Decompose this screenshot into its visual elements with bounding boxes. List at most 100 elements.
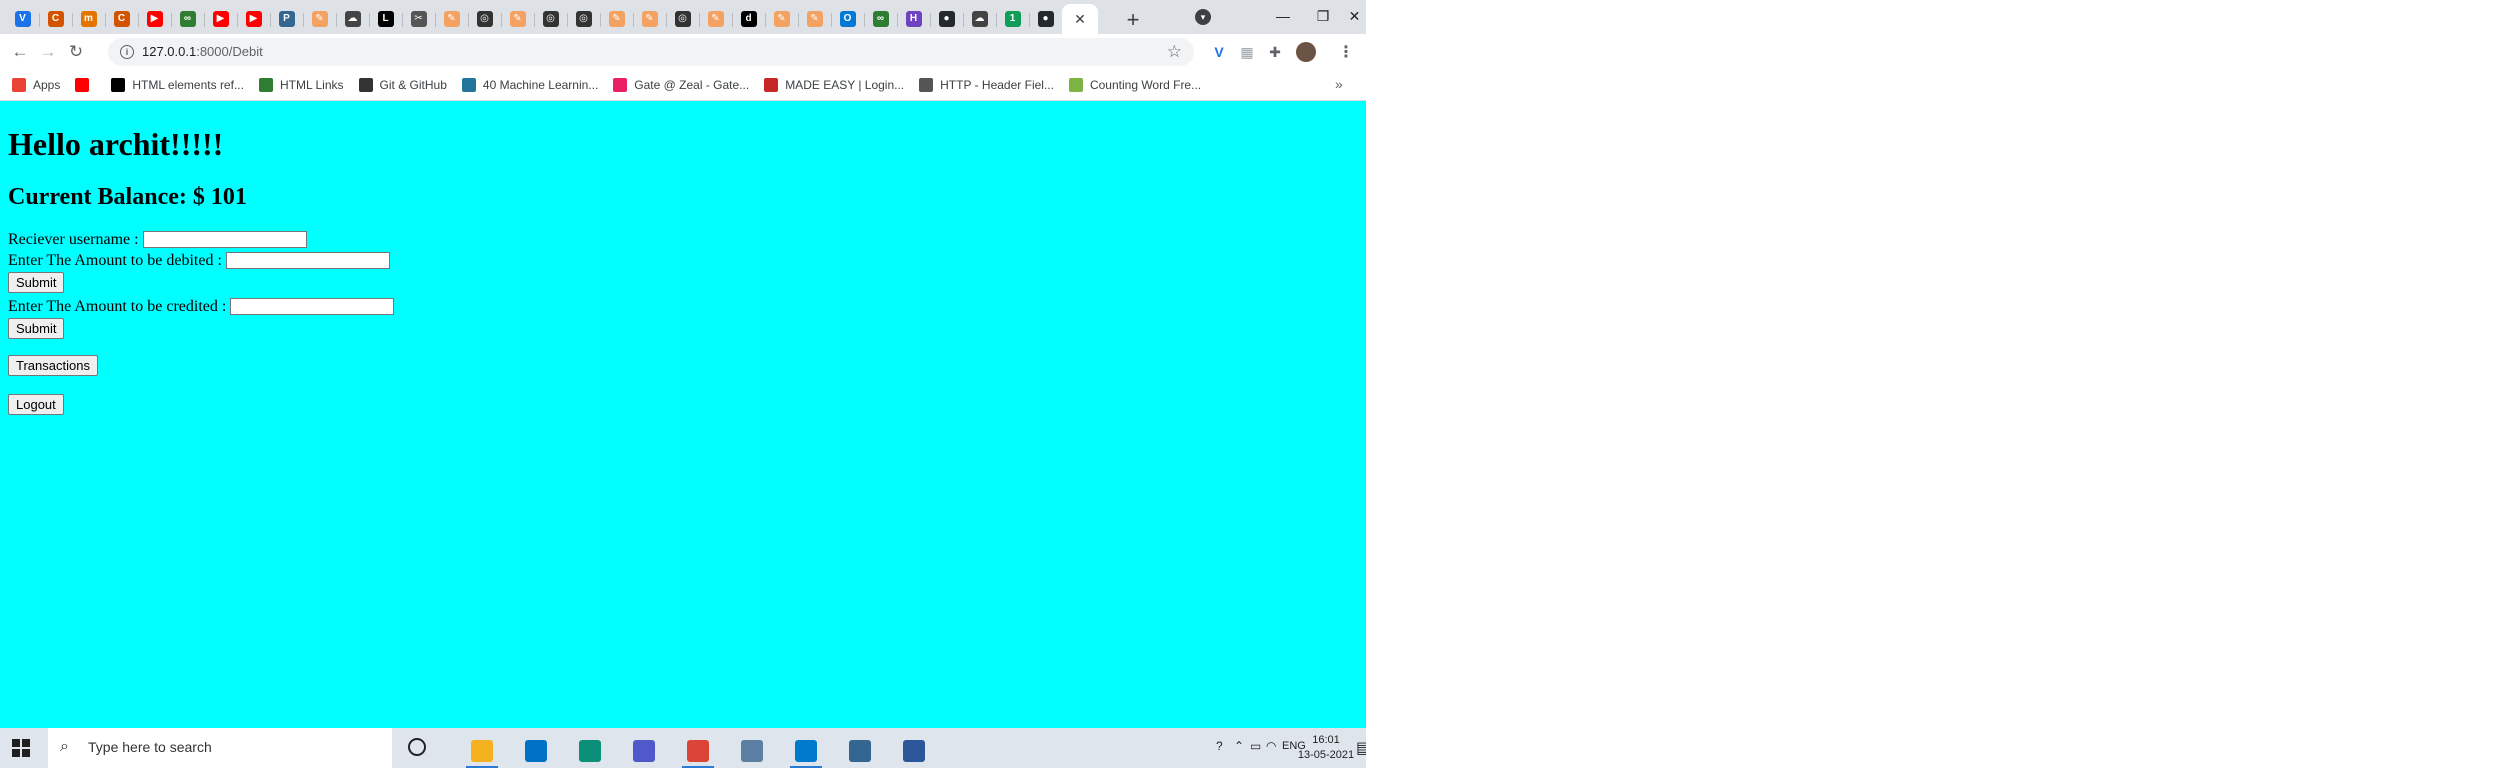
help-icon[interactable]: ? <box>1216 739 1223 753</box>
bookmark-item[interactable]: Git & GitHub <box>358 78 447 92</box>
pen-icon: ✎ <box>707 11 724 27</box>
reload-icon[interactable]: ↻ <box>64 40 88 64</box>
bookmark-item[interactable]: HTML elements ref... <box>111 78 244 92</box>
browser-tab[interactable]: ✂ <box>402 4 435 34</box>
taskbar-search-box[interactable]: ⌕ Type here to search <box>48 728 392 768</box>
url-text[interactable]: 127.0.0.1:8000/Debit <box>142 44 263 59</box>
bookmark-item[interactable]: MADE EASY | Login... <box>764 78 904 92</box>
credit-submit-button[interactable]: Submit <box>8 317 65 339</box>
forward-icon[interactable]: → <box>36 40 60 64</box>
taskbar-app[interactable] <box>678 734 718 768</box>
bookmark-item[interactable]: Gate @ Zeal - Gate... <box>613 78 749 92</box>
credit-amount-input[interactable] <box>230 298 395 315</box>
bookmark-page-icon <box>111 78 126 92</box>
bookmark-item[interactable]: Apps <box>12 78 60 92</box>
notification-icon[interactable]: ▤ <box>1356 738 1366 758</box>
pen-icon: ✎ <box>443 11 460 27</box>
globe-icon <box>358 78 373 92</box>
browser-tab[interactable]: ● <box>930 4 963 34</box>
receiver-username-input[interactable] <box>142 231 307 248</box>
back-icon[interactable]: ← <box>8 40 32 64</box>
browser-tab[interactable]: L <box>369 4 402 34</box>
browser-tab[interactable]: ✎ <box>633 4 666 34</box>
browser-tab[interactable]: m <box>72 4 105 34</box>
browser-tab[interactable]: P <box>270 4 303 34</box>
tab-search-icon[interactable]: ▾ <box>1195 9 1211 25</box>
browser-tab[interactable]: ◎ <box>666 4 699 34</box>
browser-tab[interactable]: C <box>105 4 138 34</box>
browser-tab[interactable]: ∞ <box>864 4 897 34</box>
browser-tab[interactable]: ☁ <box>963 4 996 34</box>
bookmark-item[interactable]: Counting Word Fre... <box>1068 78 1201 92</box>
bookmark-star-icon[interactable]: ☆ <box>1167 42 1182 62</box>
taskbar-app[interactable] <box>786 734 826 768</box>
taskbar-app[interactable] <box>894 734 934 768</box>
restore-icon[interactable]: ❐ <box>1303 4 1343 28</box>
browser-tab[interactable]: 1 <box>996 4 1029 34</box>
browser-tab[interactable]: ◎ <box>567 4 600 34</box>
taskbar-app[interactable] <box>516 734 556 768</box>
browser-tab[interactable]: ▶ <box>237 4 270 34</box>
active-tab[interactable]: ✕ <box>1062 4 1098 34</box>
bookmark-label: MADE EASY | Login... <box>785 78 905 92</box>
browser-tab[interactable]: ✎ <box>435 4 468 34</box>
bookmark-item[interactable]: HTTP - Header Fiel... <box>919 78 1054 92</box>
close-window-icon[interactable]: ✕ <box>1343 4 1366 28</box>
browser-tab[interactable]: ✎ <box>303 4 336 34</box>
browser-tab[interactable]: ● <box>1029 4 1062 34</box>
translate-extension-icon[interactable]: ▦ <box>1238 43 1256 61</box>
wifi-icon[interactable]: ◠ <box>1266 739 1276 753</box>
browser-tab[interactable]: ✎ <box>501 4 534 34</box>
cortana-icon[interactable] <box>408 738 426 756</box>
windows-taskbar: ⌕ Type here to search ? ⌃ ▭ ◠ ENG 16:01 … <box>0 728 1366 768</box>
browser-tab[interactable]: ✎ <box>600 4 633 34</box>
browser-tab[interactable]: ▶ <box>204 4 237 34</box>
profile-avatar[interactable] <box>1296 42 1316 62</box>
extensions-puzzle-icon[interactable]: ✚ <box>1266 43 1284 61</box>
browser-tab[interactable]: ▶ <box>138 4 171 34</box>
meet-now-icon[interactable]: ▭ <box>1250 739 1261 753</box>
bookmark-item[interactable]: 40 Machine Learnin... <box>461 78 598 92</box>
browser-tab[interactable]: H <box>897 4 930 34</box>
madeeasy-icon <box>764 78 779 92</box>
minimize-icon[interactable]: — <box>1263 4 1303 28</box>
debit-amount-input[interactable] <box>225 252 390 269</box>
globe-icon: ◎ <box>575 11 592 27</box>
address-bar[interactable]: i 127.0.0.1:8000/Debit ☆ <box>108 38 1194 66</box>
site-info-icon[interactable]: i <box>120 45 134 59</box>
browser-tab[interactable]: O <box>831 4 864 34</box>
debit-row: Enter The Amount to be debited : <box>8 250 394 271</box>
taskbar-app[interactable] <box>624 734 664 768</box>
windows-start-icon[interactable] <box>12 739 30 757</box>
taskbar-app[interactable] <box>570 734 610 768</box>
mail-icon <box>525 740 547 762</box>
taskbar-app[interactable] <box>840 734 880 768</box>
browser-tab[interactable]: d <box>732 4 765 34</box>
transactions-button[interactable]: Transactions <box>8 355 98 376</box>
bookmark-item[interactable]: HTML Links <box>258 78 344 92</box>
browser-tab[interactable]: ◎ <box>534 4 567 34</box>
taskbar-app[interactable] <box>462 734 502 768</box>
kebab-menu-icon[interactable]: ⋮ <box>1338 42 1354 62</box>
browser-tab[interactable]: ∞ <box>171 4 204 34</box>
clock[interactable]: 16:01 13-05-2021 <box>1296 733 1356 763</box>
bookmark-item[interactable] <box>75 78 96 92</box>
browser-tab[interactable]: ✎ <box>798 4 831 34</box>
bookmarks-overflow-icon[interactable]: » <box>1335 76 1343 92</box>
browser-tab[interactable]: ✎ <box>765 4 798 34</box>
debit-submit-button[interactable]: Submit <box>8 271 65 293</box>
new-tab-button[interactable]: + <box>1119 6 1147 34</box>
diamond-icon <box>919 78 934 92</box>
browser-tab[interactable]: ✎ <box>699 4 732 34</box>
close-tab-icon[interactable]: ✕ <box>1074 11 1086 28</box>
v-extension-icon[interactable]: V <box>1210 43 1228 61</box>
credit-label: Enter The Amount to be credited : <box>8 297 227 315</box>
taskbar-app[interactable] <box>732 734 772 768</box>
browser-tab[interactable]: ☁ <box>336 4 369 34</box>
logout-button[interactable]: Logout <box>8 394 64 415</box>
gate-icon <box>613 78 628 92</box>
tray-chevron-up-icon[interactable]: ⌃ <box>1234 739 1244 753</box>
browser-tab[interactable]: V <box>6 4 39 34</box>
browser-tab[interactable]: C <box>39 4 72 34</box>
browser-tab[interactable]: ◎ <box>468 4 501 34</box>
